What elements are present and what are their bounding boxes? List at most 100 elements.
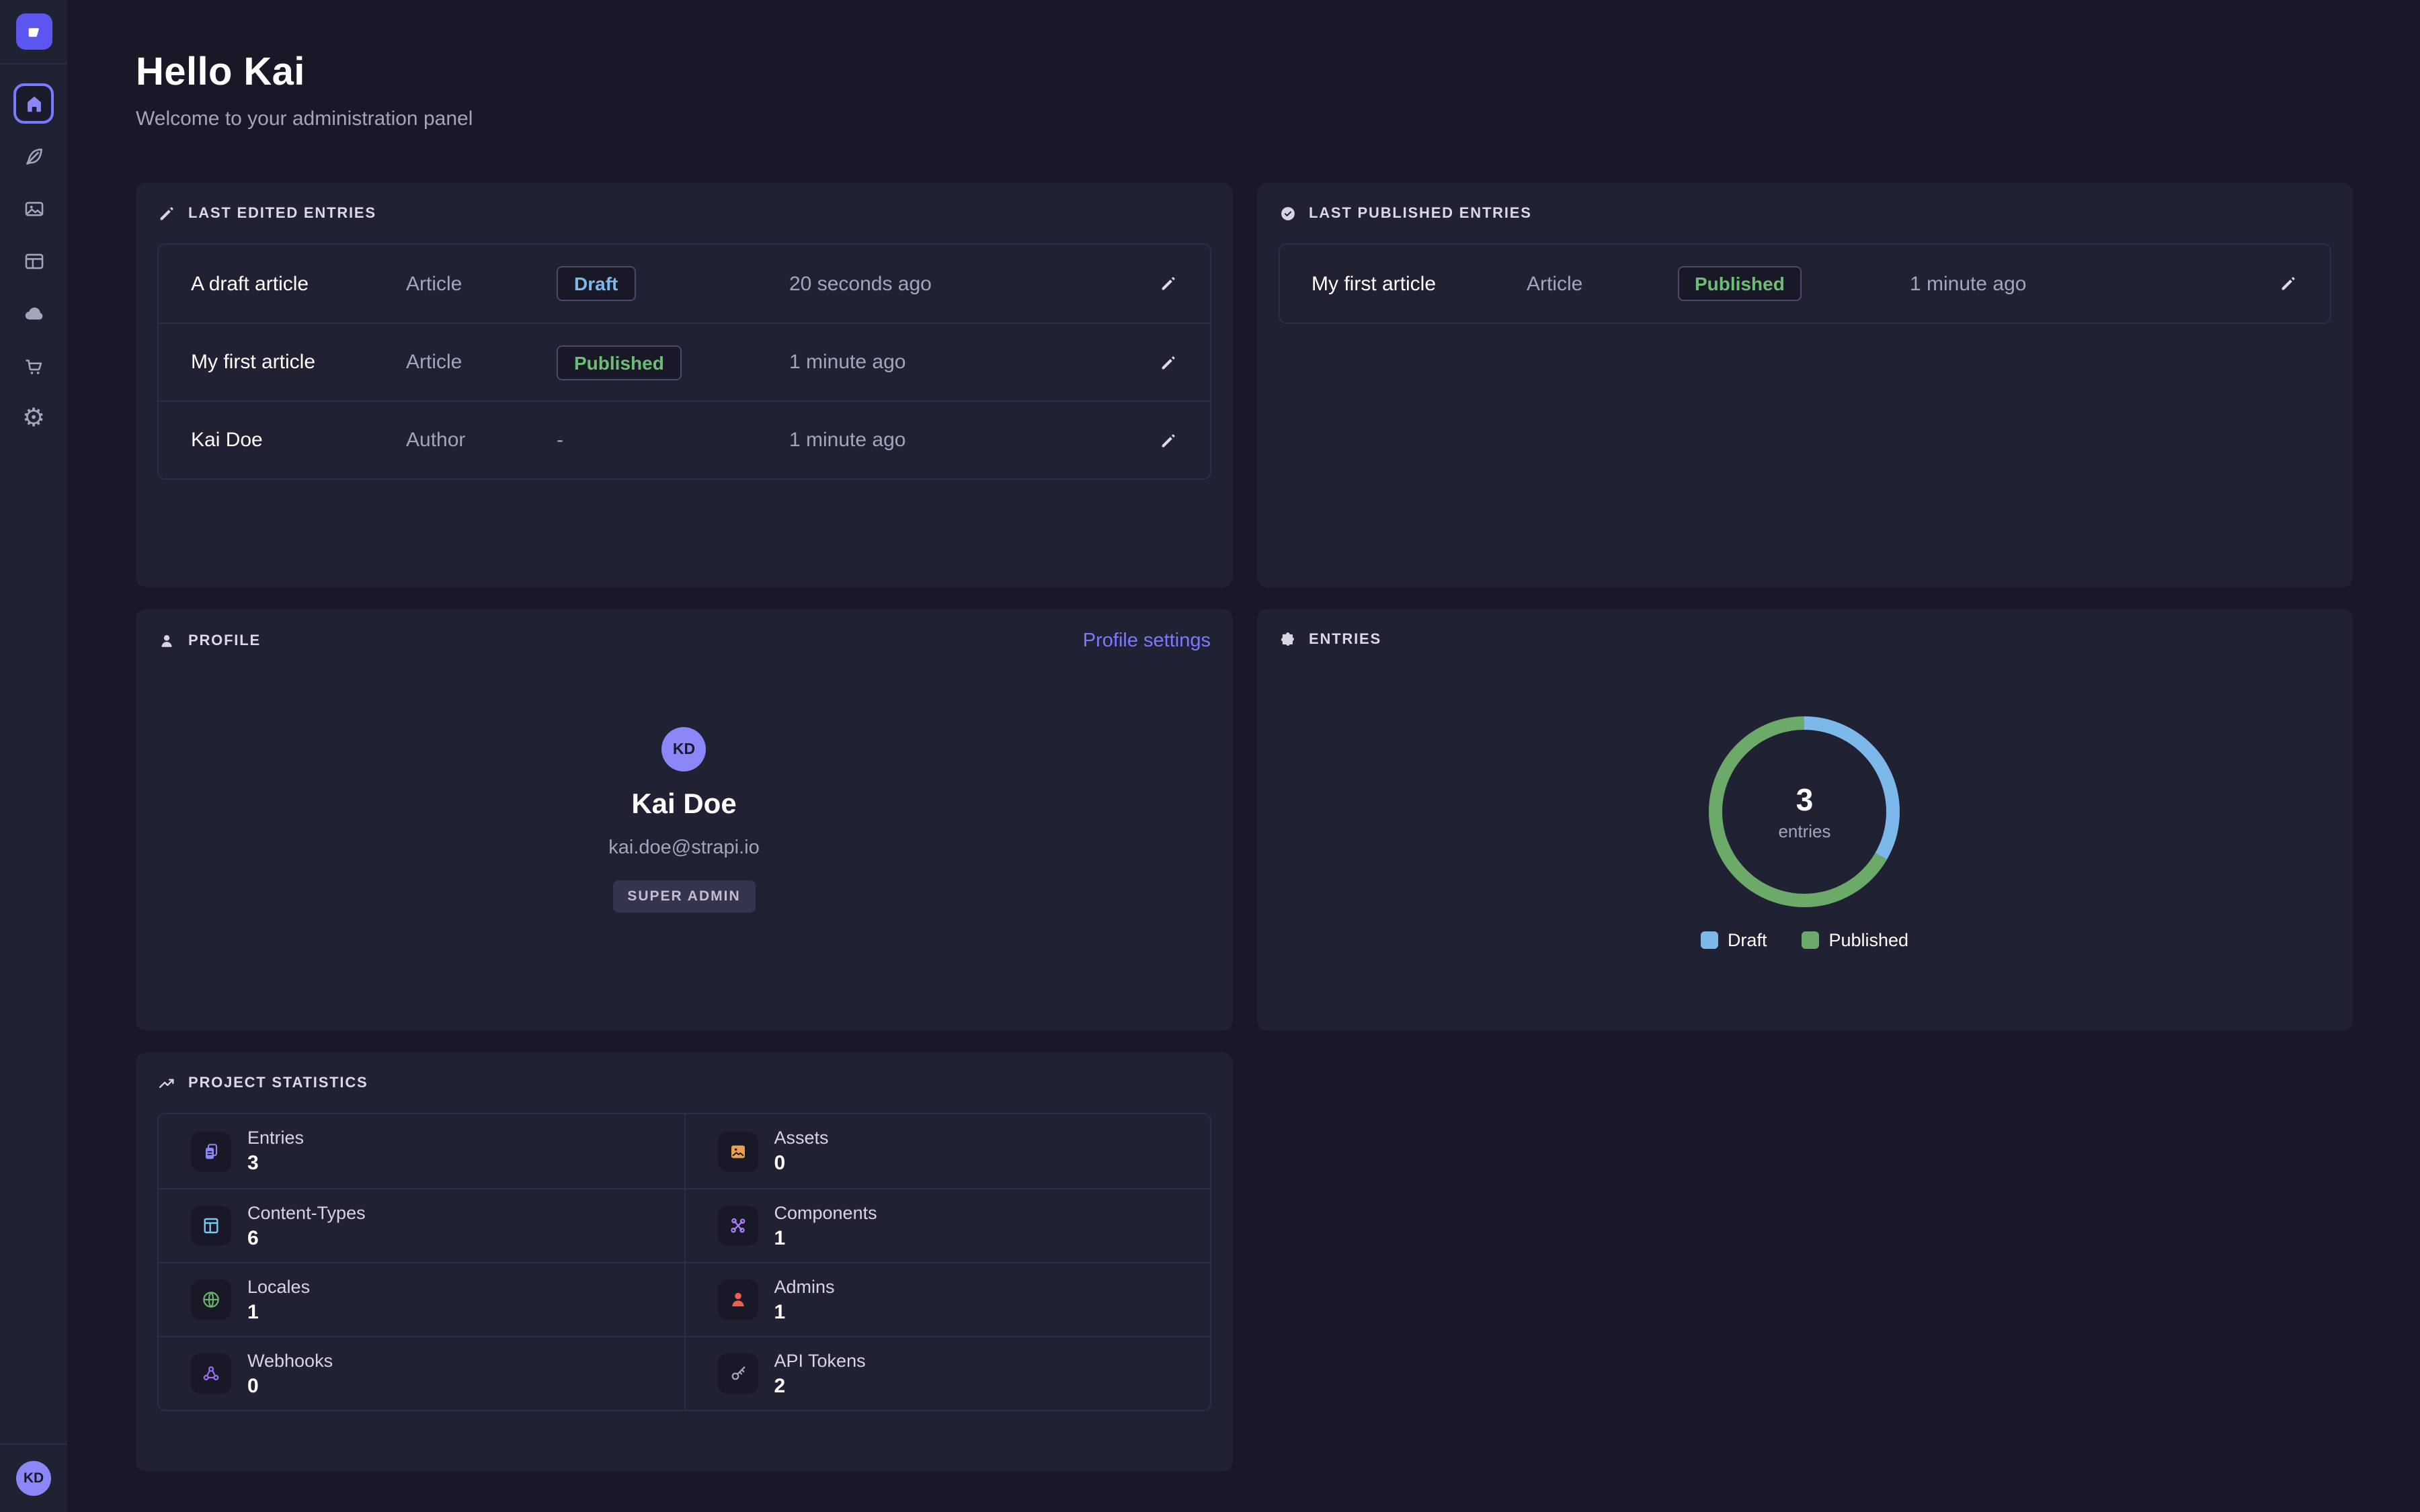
profile-card: PROFILE Profile settings KD Kai Doe kai.… [136, 609, 1232, 1031]
globe-icon [191, 1279, 231, 1320]
edit-entry-button[interactable] [1158, 353, 1177, 372]
profile-settings-link[interactable]: Profile settings [1083, 630, 1211, 652]
entry-type: Article [1527, 272, 1677, 295]
project-statistics-header: PROJECT STATISTICS [157, 1074, 1211, 1093]
content-type-builder-icon [22, 249, 45, 272]
profile-body: KD Kai Doe kai.doe@strapi.io SUPER ADMIN [157, 727, 1211, 913]
pencil-icon [2279, 274, 2298, 293]
sidebar-item-media-library[interactable] [13, 188, 54, 228]
table-row[interactable]: Kai Doe Author - 1 minute ago [159, 401, 1209, 478]
profile-header: PROFILE [157, 632, 261, 650]
entry-type: Article [406, 272, 557, 295]
avatar: KD [662, 727, 707, 771]
entry-name: My first article [1312, 272, 1527, 295]
sidebar-nav: ⚙ [13, 83, 54, 438]
donut-center: 3 entries [1704, 711, 1906, 913]
entries-count: 3 [1796, 782, 1814, 818]
last-edited-table: A draft article Article Draft 20 seconds… [157, 243, 1211, 480]
pencil-icon [157, 204, 176, 223]
pencil-icon [1158, 274, 1177, 293]
edit-entry-button[interactable] [1158, 431, 1177, 450]
stat-entries: Entries 3 [159, 1114, 684, 1188]
home-icon [22, 92, 45, 115]
cloud-icon [22, 302, 45, 325]
last-edited-header: LAST EDITED ENTRIES [157, 204, 1211, 223]
stat-api-tokens: API Tokens 2 [684, 1336, 1210, 1410]
status-badge: Published [1677, 266, 1802, 301]
entry-name: A draft article [191, 272, 406, 295]
statistics-table: Entries 3 Assets 0 [157, 1113, 1211, 1411]
last-edited-entries-card: LAST EDITED ENTRIES A draft article Arti… [136, 183, 1232, 587]
sidebar-user-avatar[interactable]: KD [16, 1461, 51, 1496]
entry-type: Author [406, 429, 557, 452]
card-title: LAST EDITED ENTRIES [188, 206, 376, 222]
profile-name: Kai Doe [631, 789, 736, 821]
entries-count-label: entries [1778, 821, 1830, 841]
role-badge: SUPER ADMIN [612, 880, 755, 913]
sidebar-item-content-manager[interactable] [13, 136, 54, 176]
stat-content-types: Content-Types 6 [159, 1188, 684, 1262]
sidebar-item-marketplace[interactable] [13, 345, 54, 386]
chart-legend: Draft Published [1278, 930, 2331, 950]
key-icon [718, 1353, 758, 1394]
sidebar-item-settings[interactable]: ⚙ [13, 398, 54, 438]
settings-gear-icon: ⚙ [22, 405, 45, 431]
strapi-logo[interactable] [15, 13, 52, 50]
sidebar-item-content-type-builder[interactable] [13, 241, 54, 281]
layout-icon [191, 1206, 231, 1246]
last-published-table: My first article Article Published 1 min… [1278, 243, 2331, 324]
person-icon [157, 632, 176, 650]
stat-locales: Locales 1 [159, 1262, 684, 1336]
sidebar-item-deploy[interactable] [13, 293, 54, 333]
legend-item-published: Published [1802, 930, 1908, 950]
main-content: Hello Kai Welcome to your administration… [67, 0, 2420, 1512]
sidebar-divider-top [0, 63, 67, 65]
feather-icon [22, 144, 45, 167]
card-title: LAST PUBLISHED ENTRIES [1309, 206, 1532, 222]
check-circle-icon [1278, 204, 1297, 223]
documents-icon [191, 1131, 231, 1171]
draft-swatch [1701, 931, 1718, 949]
user-icon [718, 1279, 758, 1320]
card-title: PROFILE [188, 633, 261, 649]
media-library-icon [22, 197, 45, 220]
card-title: PROJECT STATISTICS [188, 1075, 368, 1091]
strapi-logo-icon [24, 22, 43, 41]
table-row[interactable]: My first article Article Published 1 min… [159, 323, 1209, 401]
page-subtitle: Welcome to your administration panel [136, 108, 2353, 130]
puzzle-icon [1278, 630, 1297, 649]
image-icon [718, 1131, 758, 1171]
sidebar-bottom: KD [0, 1430, 67, 1512]
stat-assets: Assets 0 [684, 1114, 1210, 1188]
sidebar-divider-bottom [0, 1443, 67, 1445]
pencil-icon [1158, 431, 1177, 450]
stat-admins: Admins 1 [684, 1262, 1210, 1336]
card-title: ENTRIES [1309, 632, 1381, 648]
app-window: ⚙ KD Hello Kai Welcome to your administr… [0, 0, 2420, 1512]
edit-entry-button[interactable] [1158, 274, 1177, 293]
sidebar-item-home[interactable] [13, 83, 54, 124]
page-title: Hello Kai [136, 51, 2353, 95]
edit-entry-button[interactable] [2279, 274, 2298, 293]
status-empty: - [557, 428, 563, 451]
molecule-icon [718, 1206, 758, 1246]
status-badge: Published [557, 345, 682, 380]
entries-header: ENTRIES [1278, 630, 2331, 649]
dashboard-grid: LAST EDITED ENTRIES A draft article Arti… [136, 183, 2353, 1472]
entries-chart: 3 entries [1278, 711, 2331, 913]
entry-name: Kai Doe [191, 429, 406, 452]
table-row[interactable]: My first article Article Published 1 min… [1279, 245, 2330, 323]
webhook-icon [191, 1353, 231, 1394]
legend-item-draft: Draft [1701, 930, 1767, 950]
table-row[interactable]: A draft article Article Draft 20 seconds… [159, 245, 1209, 323]
entry-time: 1 minute ago [1910, 272, 2279, 295]
main-sidebar: ⚙ KD [0, 0, 67, 1512]
entry-time: 1 minute ago [789, 351, 1158, 374]
published-swatch [1802, 931, 1819, 949]
profile-email: kai.doe@strapi.io [608, 837, 760, 859]
marketplace-cart-icon [22, 354, 45, 377]
status-badge: Draft [557, 266, 635, 301]
entry-name: My first article [191, 351, 406, 374]
last-published-header: LAST PUBLISHED ENTRIES [1278, 204, 2331, 223]
entry-time: 1 minute ago [789, 429, 1158, 452]
